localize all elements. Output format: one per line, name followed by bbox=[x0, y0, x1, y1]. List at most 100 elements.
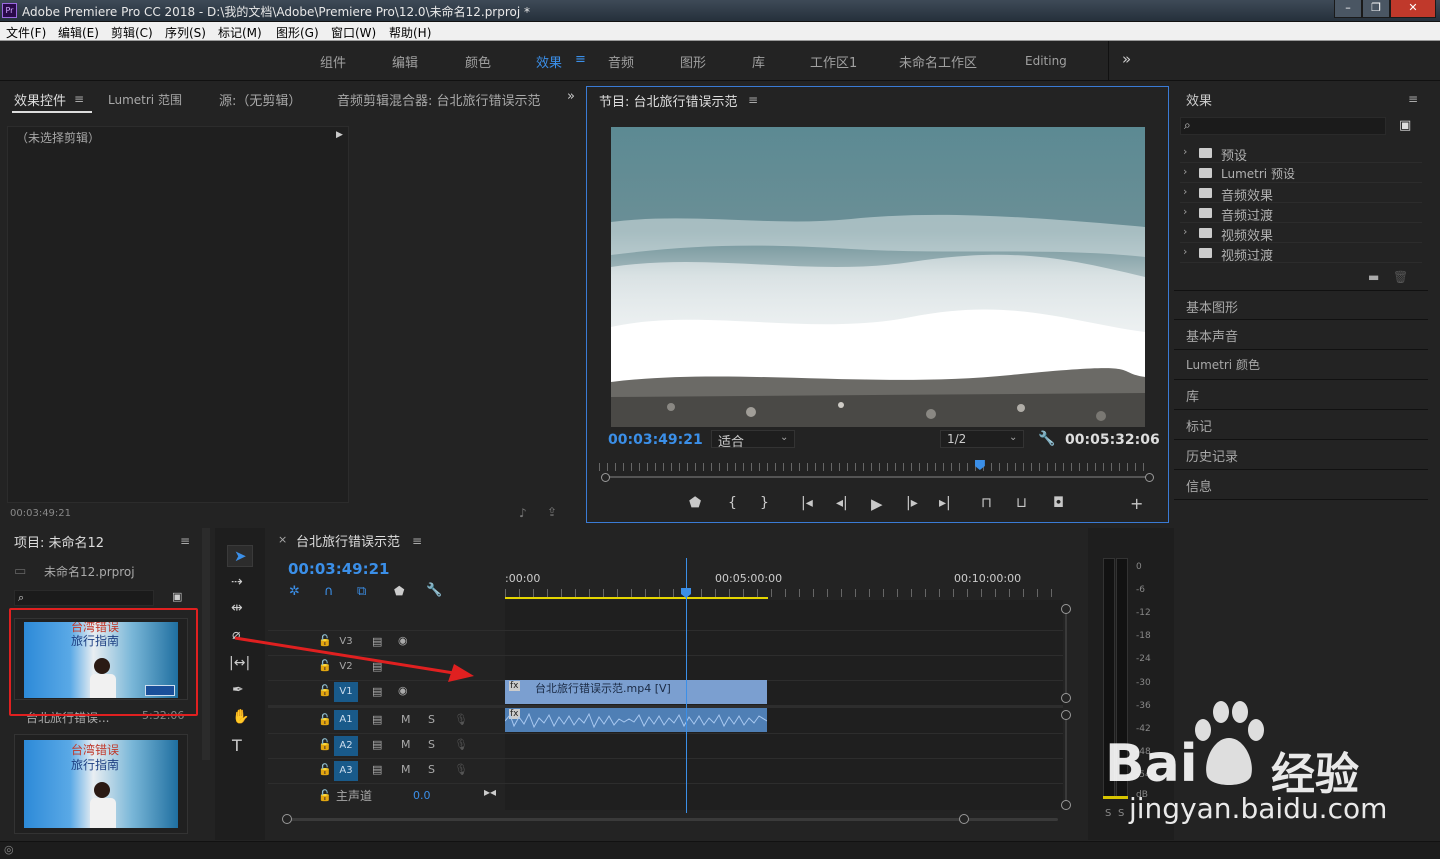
effects-search-input[interactable]: ⌕ bbox=[1180, 117, 1386, 135]
hand-tool-icon[interactable]: ✋ bbox=[232, 709, 249, 725]
maximize-icon[interactable]: ❐ bbox=[1362, 0, 1390, 18]
program-video-frame[interactable] bbox=[611, 127, 1145, 427]
menu-graphics[interactable]: 图形(G) bbox=[276, 24, 319, 41]
minimize-icon[interactable]: – bbox=[1334, 0, 1362, 18]
panel-markers[interactable]: 标记 bbox=[1174, 410, 1428, 440]
program-ruler[interactable] bbox=[599, 463, 1151, 471]
sequence-name[interactable]: 台北旅行错误示范 bbox=[296, 531, 400, 550]
menu-clip[interactable]: 剪辑(C) bbox=[111, 24, 153, 41]
project-scrollbar[interactable] bbox=[202, 528, 210, 760]
lock-icon[interactable]: 🔓 bbox=[318, 763, 332, 776]
step-back-icon[interactable]: ◂| bbox=[836, 495, 848, 511]
mute-a3-button[interactable]: M bbox=[401, 763, 411, 776]
lift-icon[interactable]: ⊓ bbox=[981, 495, 992, 511]
timeline-horizontal-scrollbar[interactable] bbox=[286, 818, 1058, 821]
audio-scrollbar[interactable] bbox=[1065, 718, 1067, 803]
linked-selection-icon[interactable]: ⧉ bbox=[357, 584, 366, 599]
new-custom-bin-icon[interactable]: ▬ bbox=[1368, 270, 1379, 284]
scroll-handle[interactable] bbox=[1061, 800, 1071, 810]
panel-essential-graphics[interactable]: 基本图形 bbox=[1174, 290, 1428, 320]
button-editor-plus-icon[interactable]: + bbox=[1130, 494, 1143, 513]
new-bin-icon[interactable]: ▣ bbox=[1399, 118, 1411, 133]
snap-icon[interactable]: ∩ bbox=[324, 584, 334, 599]
mic-icon[interactable]: 🎙 bbox=[454, 738, 468, 751]
workspace-menu-icon[interactable]: ≡ bbox=[575, 52, 586, 67]
effects-item-video-effects[interactable]: › 视频效果 bbox=[1180, 223, 1422, 244]
work-area-bar[interactable] bbox=[505, 597, 768, 599]
zoom-bar[interactable] bbox=[605, 476, 1150, 478]
step-forward-icon[interactable]: |▸ bbox=[906, 495, 918, 511]
menu-sequence[interactable]: 序列(S) bbox=[165, 24, 206, 41]
lock-icon[interactable]: 🔓 bbox=[318, 738, 332, 751]
wrench-icon[interactable]: 🔧 bbox=[1038, 431, 1055, 447]
resolution-dropdown[interactable]: 1/2 ⌄ bbox=[940, 430, 1024, 448]
fit-dropdown[interactable]: 适合 ⌄ bbox=[711, 430, 795, 450]
master-volume-value[interactable]: 0.0 bbox=[413, 789, 431, 802]
workspace-tab-graphics[interactable]: 图形 bbox=[680, 52, 706, 71]
zoom-handle-left[interactable] bbox=[601, 473, 610, 482]
mic-icon[interactable]: 🎙 bbox=[454, 713, 468, 726]
project-panel-title[interactable]: 项目: 未命名12 bbox=[14, 532, 104, 551]
workspace-tab-editing[interactable]: Editing bbox=[1025, 54, 1067, 68]
effects-panel-title[interactable]: 效果 bbox=[1186, 90, 1212, 109]
h-scroll-handle[interactable] bbox=[282, 814, 292, 824]
sync-lock-icon[interactable]: ▤ bbox=[372, 713, 382, 726]
add-marker-icon[interactable]: ⬟ bbox=[394, 584, 404, 598]
selection-tool-icon[interactable]: ➤ bbox=[234, 547, 247, 565]
menu-help[interactable]: 帮助(H) bbox=[389, 24, 431, 41]
solo-a3-button[interactable]: S bbox=[428, 763, 435, 776]
delete-icon[interactable]: 🗑 bbox=[1393, 270, 1408, 284]
sync-lock-icon[interactable]: ▤ bbox=[372, 763, 382, 776]
effects-item-presets[interactable]: › 预设 bbox=[1180, 143, 1422, 164]
track-a1[interactable]: A1 bbox=[334, 710, 358, 730]
panel-libraries[interactable]: 库 bbox=[1174, 380, 1428, 410]
tabs-overflow-icon[interactable]: » bbox=[567, 89, 575, 104]
workspace-tab-unnamed[interactable]: 未命名工作区 bbox=[899, 52, 977, 71]
timeline-menu-icon[interactable]: ≡ bbox=[412, 534, 422, 548]
effects-menu-icon[interactable]: ≡ bbox=[1408, 92, 1418, 106]
track-select-tool-icon[interactable]: ⇢ bbox=[231, 574, 243, 590]
play-icon[interactable]: ▶ bbox=[871, 495, 883, 513]
panel-menu-icon[interactable]: ≡ bbox=[74, 92, 84, 106]
solo-a2-button[interactable]: S bbox=[428, 738, 435, 751]
mic-icon[interactable]: 🎙 bbox=[454, 763, 468, 776]
workspace-tab-workspace1[interactable]: 工作区1 bbox=[810, 52, 857, 71]
timeline-ruler[interactable]: :00:00 00:05:00:00 00:10:00:00 bbox=[505, 560, 1063, 600]
effects-item-audio-effects[interactable]: › 音频效果 bbox=[1180, 183, 1422, 204]
workspace-tab-color[interactable]: 颜色 bbox=[465, 52, 491, 71]
program-monitor-title[interactable]: 节目: 台北旅行错误示范 bbox=[599, 91, 738, 110]
play-arrow-icon[interactable]: ▶ bbox=[336, 130, 343, 140]
h-scroll-handle[interactable] bbox=[959, 814, 969, 824]
menu-edit[interactable]: 编辑(E) bbox=[58, 24, 99, 41]
tab-audio-clip-mixer[interactable]: 音频剪辑混合器: 台北旅行错误示范 bbox=[337, 90, 541, 109]
timeline-settings-wrench-icon[interactable]: 🔧 bbox=[426, 583, 442, 598]
workspace-overflow-icon[interactable]: » bbox=[1122, 50, 1131, 68]
tab-effect-controls[interactable]: 效果控件 bbox=[14, 90, 66, 109]
type-tool-icon[interactable]: T bbox=[232, 736, 242, 755]
zoom-handle-right[interactable] bbox=[1145, 473, 1154, 482]
lock-icon[interactable]: 🔓 bbox=[318, 713, 332, 726]
audio-toggle-icon[interactable]: ♪ bbox=[519, 506, 527, 520]
sync-lock-icon[interactable]: ▤ bbox=[372, 738, 382, 751]
go-to-in-icon[interactable]: |◂ bbox=[801, 495, 813, 511]
extract-icon[interactable]: ⊔ bbox=[1016, 495, 1027, 511]
ripple-edit-tool-icon[interactable]: ⇹ bbox=[231, 600, 243, 616]
effects-item-video-transitions[interactable]: › 视频过渡 bbox=[1180, 243, 1422, 264]
tab-source[interactable]: 源:（无剪辑） bbox=[219, 90, 301, 109]
mute-a1-button[interactable]: M bbox=[401, 713, 411, 726]
workspace-tab-assembly[interactable]: 组件 bbox=[320, 52, 346, 71]
find-icon[interactable]: ▣ bbox=[172, 590, 182, 603]
workspace-tab-audio[interactable]: 音频 bbox=[608, 52, 634, 71]
menu-file[interactable]: 文件(F) bbox=[6, 24, 46, 41]
program-current-time[interactable]: 00:03:49:21 bbox=[608, 432, 703, 448]
close-sequence-icon[interactable]: × bbox=[278, 533, 287, 546]
export-icon[interactable]: ⇪ bbox=[547, 505, 557, 519]
tab-lumetri-scopes[interactable]: Lumetri 范围 bbox=[108, 91, 182, 108]
export-frame-icon[interactable]: ◘ bbox=[1053, 495, 1064, 511]
mark-out-icon[interactable]: } bbox=[760, 495, 769, 511]
project-menu-icon[interactable]: ≡ bbox=[180, 534, 190, 548]
mark-in-icon[interactable]: { bbox=[728, 495, 737, 511]
track-a2[interactable]: A2 bbox=[334, 736, 358, 756]
scroll-handle[interactable] bbox=[1061, 604, 1071, 614]
panel-essential-sound[interactable]: 基本声音 bbox=[1174, 320, 1428, 350]
